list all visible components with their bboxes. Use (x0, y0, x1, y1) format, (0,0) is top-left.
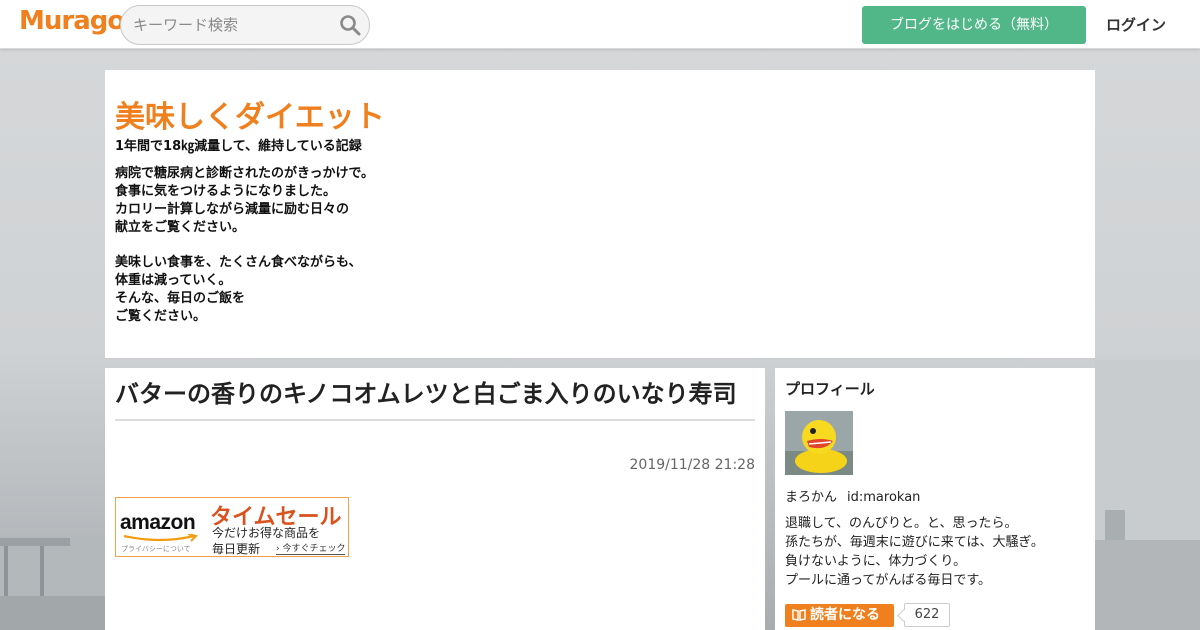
amazon-timesale-ad[interactable]: amazon プライバシーについて タイムセール 今だけお得な商品を 毎日更新 … (115, 497, 349, 557)
follow-button[interactable]: 読者になる (785, 604, 894, 627)
amazon-smile-icon (123, 534, 198, 542)
blog-header-card: 美味しくダイエット 1年間で18㎏減量して、維持している記録 病院で糖尿病と診断… (105, 70, 1095, 358)
blog-tagline: 1年間で18㎏減量して、維持している記録 (115, 139, 362, 154)
ad-text-line: 今だけお得な商品を (212, 526, 321, 540)
login-link[interactable]: ログイン (1106, 14, 1166, 35)
profile-name-row: まろかん id:marokan (785, 486, 920, 505)
profile-name[interactable]: まろかん (785, 490, 837, 505)
blog-description-paragraph: 美味しい食事を、たくさん食べながらも、 体重は減っていく。 そんな、毎日のご飯を… (115, 255, 362, 324)
ad-cta-link[interactable]: › 今すぐチェック (276, 541, 346, 555)
article-card: バターの香りのキノコオムレツと白ごま入りのいなり寿司 2019/11/28 21… (105, 368, 765, 630)
blog-description-paragraph: 病院で糖尿病と診断されたのがきっかけで。 食事に気をつけるようになりました。 カ… (115, 166, 374, 235)
article-date: 2019/11/28 21:28 (629, 457, 756, 473)
profile-bio: 退職して、のんびりと。と、思ったら。 孫たちが、毎週末に遊びに来ては、大騒ぎ。 … (785, 516, 1044, 588)
site-header: Muragon ブログをはじめる（無料） ログイン (0, 0, 1200, 49)
background-scenery-left (0, 536, 105, 630)
ad-text-line: 毎日更新 (212, 542, 261, 556)
follow-button-label: 読者になる (810, 607, 880, 623)
ad-privacy-link[interactable]: プライバシーについて (121, 544, 191, 554)
search-box (120, 5, 370, 45)
article-title[interactable]: バターの香りのキノコオムレツと白ごま入りのいなり寿司 (115, 378, 755, 421)
profile-user-id: id:marokan (847, 490, 921, 505)
start-blog-button[interactable]: ブログをはじめる（無料） (862, 6, 1086, 44)
amazon-logo: amazon (120, 511, 196, 534)
avatar[interactable] (785, 411, 853, 475)
background-scenery-right (1095, 360, 1200, 630)
blog-title[interactable]: 美味しくダイエット (115, 92, 385, 136)
search-input[interactable] (133, 14, 333, 36)
book-icon (792, 609, 806, 621)
search-icon[interactable] (339, 14, 361, 36)
blog-description: 病院で糖尿病と診断されたのがきっかけで。 食事に気をつけるようになりました。 カ… (115, 165, 374, 343)
profile-sidebar: プロフィール まろかん id:marokan 退職して、のんびりと。と、思ったら。… (775, 368, 1095, 630)
follower-count: 622 (904, 603, 950, 627)
profile-heading: プロフィール (785, 380, 875, 398)
ad-cta-label: 今すぐチェック (282, 544, 346, 554)
